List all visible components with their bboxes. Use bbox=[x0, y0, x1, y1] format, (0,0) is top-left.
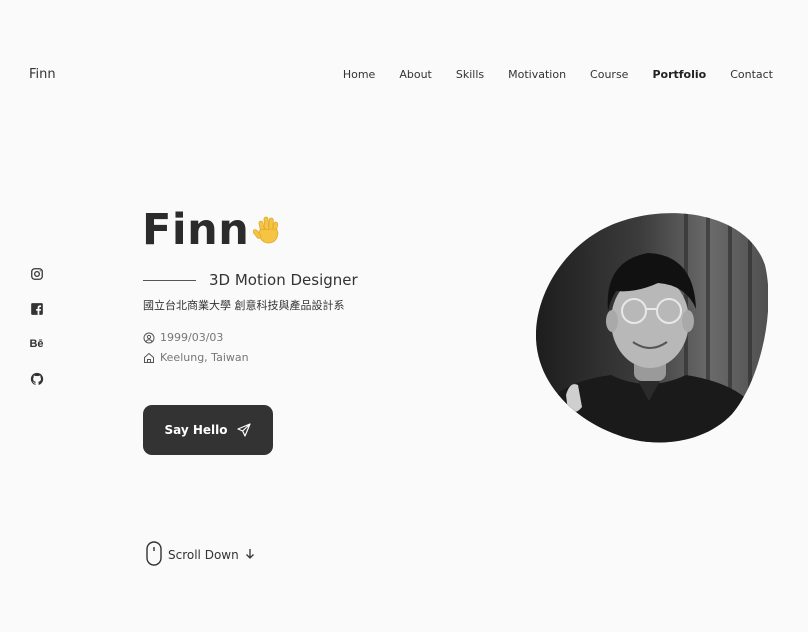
facebook-icon[interactable] bbox=[29, 301, 44, 316]
hero-subtitle: 3D Motion Designer bbox=[209, 271, 358, 289]
instagram-icon[interactable] bbox=[29, 266, 44, 281]
behance-icon[interactable]: Bē bbox=[29, 336, 44, 351]
nav-contact[interactable]: Contact bbox=[730, 68, 773, 81]
site-logo[interactable]: Finn bbox=[29, 67, 56, 82]
github-icon[interactable] bbox=[29, 371, 44, 386]
mouse-icon bbox=[146, 541, 162, 569]
send-icon bbox=[236, 423, 251, 437]
arrow-down-icon bbox=[245, 548, 255, 563]
profile-photo bbox=[536, 213, 768, 443]
home-icon bbox=[144, 352, 154, 363]
nav-about[interactable]: About bbox=[399, 68, 432, 81]
user-circle-icon bbox=[143, 332, 155, 343]
subtitle-divider bbox=[143, 279, 196, 281]
main-nav: Home About Skills Motivation Course Port… bbox=[319, 68, 773, 81]
nav-home[interactable]: Home bbox=[343, 68, 375, 81]
school-name: 國立台北商業大學 創意科技與產品設計系 bbox=[143, 299, 345, 312]
say-hello-label: Say Hello bbox=[164, 423, 228, 437]
location-row: Keelung, Taiwan bbox=[143, 351, 249, 364]
nav-skills[interactable]: Skills bbox=[456, 68, 484, 81]
subtitle-row: 3D Motion Designer bbox=[143, 271, 358, 289]
birthdate-row: 1999/03/03 bbox=[143, 331, 223, 344]
scroll-down-link[interactable]: Scroll Down bbox=[146, 541, 255, 569]
nav-course[interactable]: Course bbox=[590, 68, 628, 81]
social-links: Bē bbox=[29, 266, 44, 406]
nav-portfolio[interactable]: Portfolio bbox=[652, 68, 706, 81]
birthdate: 1999/03/03 bbox=[160, 331, 224, 344]
hero-name: Finn bbox=[142, 205, 250, 255]
location: Keelung, Taiwan bbox=[160, 351, 249, 364]
nav-motivation[interactable]: Motivation bbox=[508, 68, 566, 81]
waving-hand-icon bbox=[253, 214, 283, 246]
scroll-down-label: Scroll Down bbox=[168, 548, 239, 562]
hero-title: Finn bbox=[142, 205, 283, 255]
say-hello-button[interactable]: Say Hello bbox=[143, 405, 273, 455]
page: Finn Home About Skills Motivation Course… bbox=[0, 0, 808, 632]
